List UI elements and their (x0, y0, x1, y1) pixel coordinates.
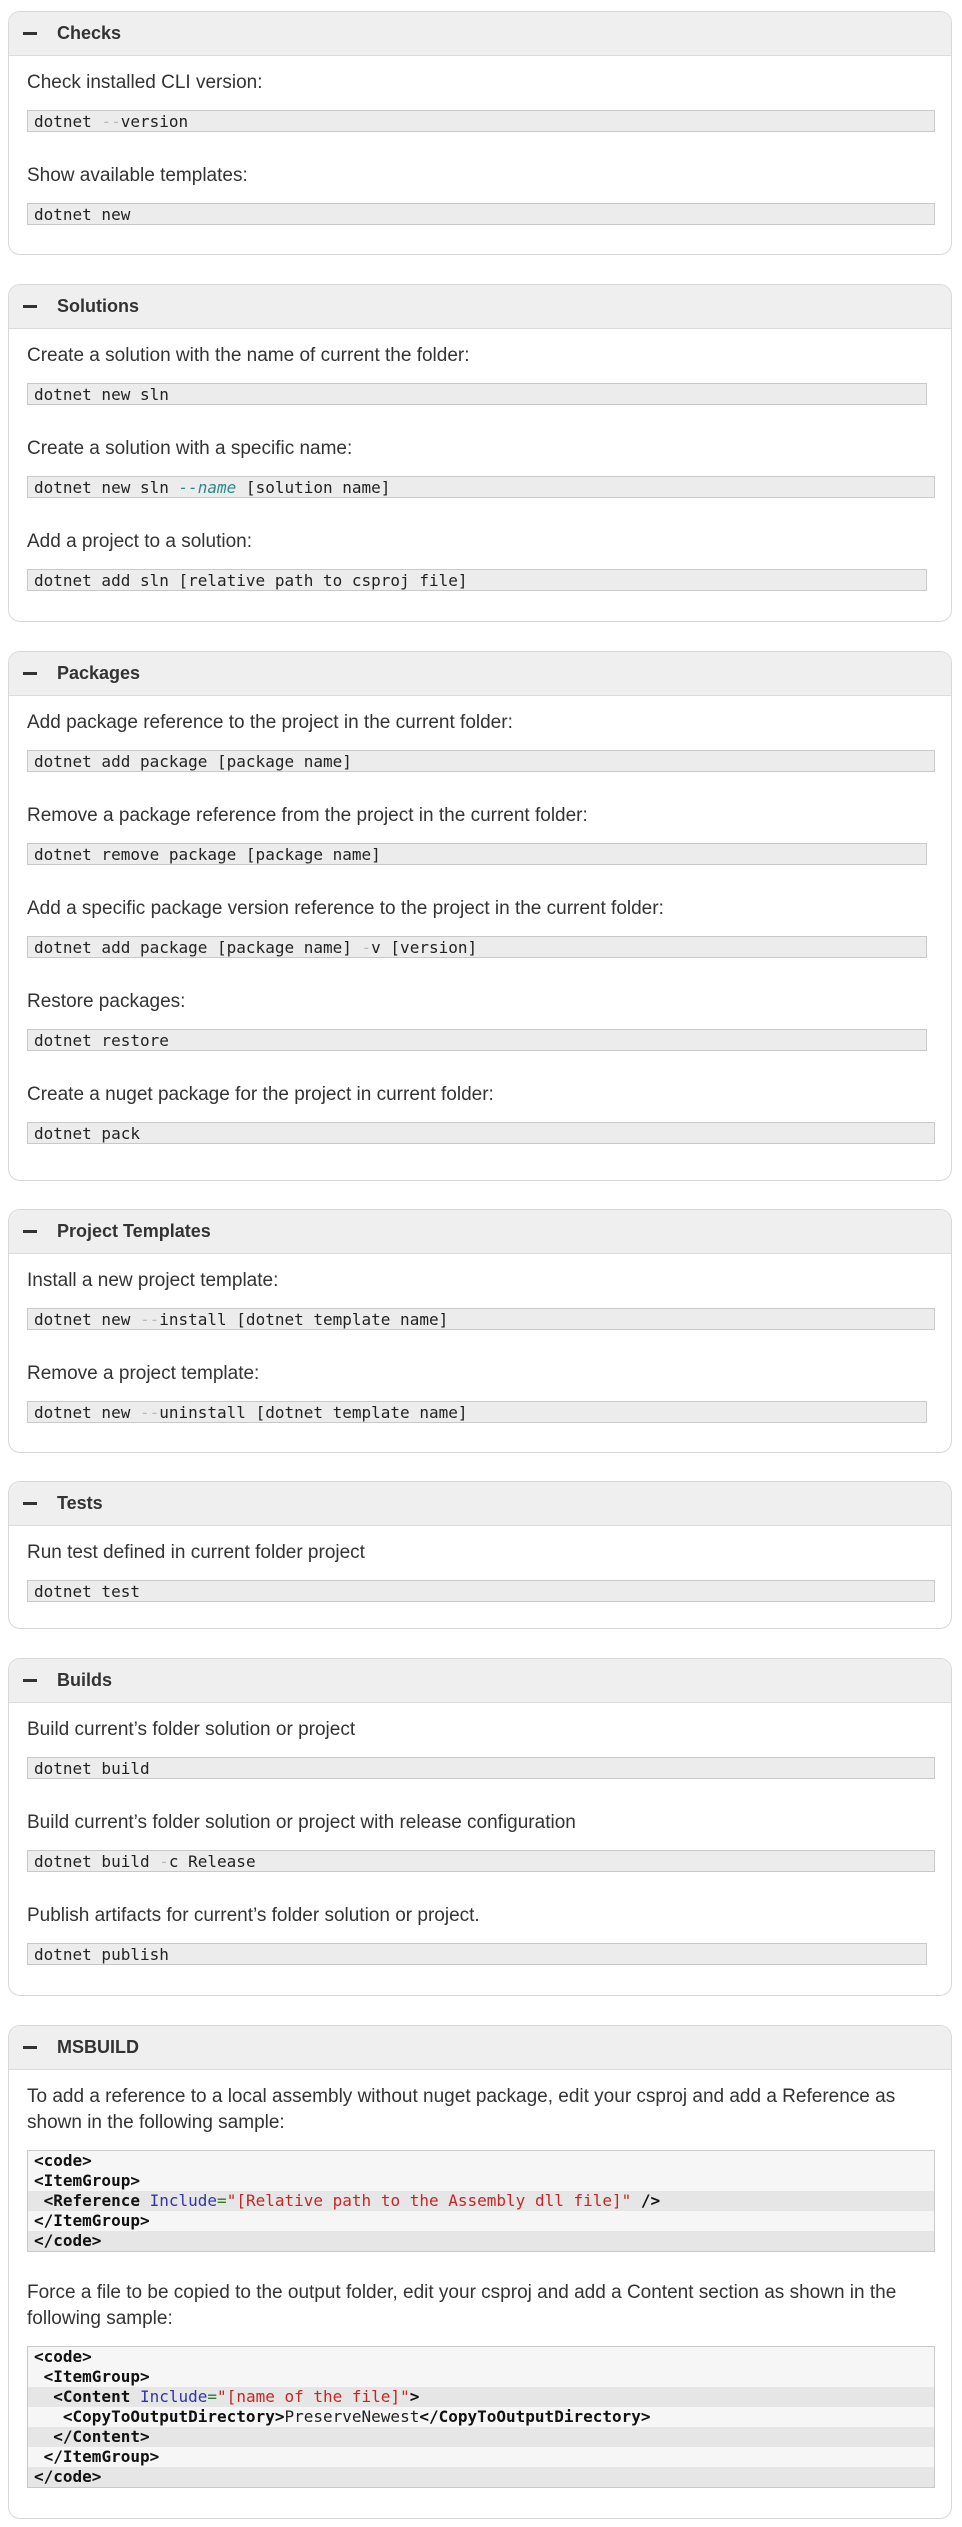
code-command: dotnet new --install [dotnet template na… (27, 1308, 935, 1330)
code-line: </code> (28, 2231, 934, 2251)
code-sample-content: <code> <ItemGroup> <Content Include="[na… (27, 2346, 935, 2488)
code-line: <Content Include="[name of the file]"> (28, 2387, 934, 2407)
description: To add a reference to a local assembly w… (27, 2086, 896, 2133)
section-builds: Builds Build current’s folder solution o… (8, 1658, 952, 1996)
section-title: Checks (57, 23, 122, 43)
section-header-packages[interactable]: Packages (9, 652, 951, 696)
description: Remove a project template: (27, 1363, 260, 1384)
code-sample-reference: <code> <ItemGroup> <Reference Include="[… (27, 2150, 935, 2252)
section-header-project-templates[interactable]: Project Templates (9, 1210, 951, 1254)
code-command: dotnet remove package [package name] (27, 843, 927, 865)
section-title: Tests (57, 1493, 103, 1513)
code-command: dotnet build -c Release (27, 1850, 935, 1872)
section-packages: Packages Add package reference to the pr… (8, 651, 952, 1181)
description: Create a solution with a specific name: (27, 438, 353, 459)
description: Force a file to be copied to the output … (27, 2282, 897, 2329)
description: Create a nuget package for the project i… (27, 1084, 494, 1105)
description: Run test defined in current folder proje… (27, 1542, 365, 1563)
description: Restore packages: (27, 991, 186, 1012)
description: Check installed CLI version: (27, 72, 263, 93)
section-tests: Tests Run test defined in current folder… (8, 1481, 952, 1629)
collapse-icon[interactable] (23, 32, 37, 35)
collapse-icon[interactable] (23, 305, 37, 308)
code-line: </code> (28, 2467, 934, 2487)
code-command: dotnet new sln --name [solution name] (27, 476, 935, 498)
code-command: dotnet add sln [relative path to csproj … (27, 569, 927, 591)
code-command: dotnet pack (27, 1122, 935, 1144)
section-checks: Checks Check installed CLI version: dotn… (8, 11, 952, 255)
collapse-icon[interactable] (23, 672, 37, 675)
section-title: Packages (57, 663, 141, 683)
description: Build current’s folder solution or proje… (27, 1719, 356, 1740)
description: Add a project to a solution: (27, 531, 252, 552)
code-line: <ItemGroup> (34, 2171, 140, 2190)
section-msbuild: MSBUILD To add a reference to a local as… (8, 2025, 952, 2519)
code-command: dotnet new --uninstall [dotnet template … (27, 1401, 927, 1423)
collapse-icon[interactable] (23, 2046, 37, 2049)
section-title: Builds (57, 1670, 113, 1690)
code-command: dotnet build (27, 1757, 935, 1779)
code-line: </Content> (28, 2427, 934, 2447)
description: Add package reference to the project in … (27, 712, 513, 733)
code-command: dotnet restore (27, 1029, 927, 1051)
code-line: <Reference Include="[Relative path to th… (28, 2191, 934, 2211)
code-command: dotnet publish (27, 1943, 927, 1965)
page: Checks Check installed CLI version: dotn… (0, 0, 962, 2527)
code-command: dotnet new (27, 203, 935, 225)
code-line: <code> (34, 2347, 92, 2366)
section-title: Solutions (57, 296, 139, 316)
code-line: </ItemGroup> (43, 2447, 160, 2466)
section-project-templates: Project Templates Install a new project … (8, 1209, 952, 1453)
section-header-tests[interactable]: Tests (9, 1482, 951, 1526)
code-line: <ItemGroup> (43, 2367, 150, 2386)
description: Create a solution with the name of curre… (27, 345, 470, 366)
code-line: <CopyToOutputDirectory>PreserveNewest</C… (62, 2407, 651, 2426)
collapse-icon[interactable] (23, 1679, 37, 1682)
description: Remove a package reference from the proj… (27, 805, 588, 826)
description: Show available templates: (27, 165, 248, 186)
code-line: </ItemGroup> (34, 2211, 150, 2230)
code-command: dotnet add package [package name] -v [ve… (27, 936, 927, 958)
description: Build current’s folder solution or proje… (27, 1812, 576, 1833)
description: Add a specific package version reference… (27, 898, 664, 919)
collapse-icon[interactable] (23, 1502, 37, 1505)
collapse-icon[interactable] (23, 1230, 37, 1233)
code-line: <code> (34, 2151, 92, 2170)
section-header-builds[interactable]: Builds (9, 1659, 951, 1703)
description: Install a new project template: (27, 1270, 279, 1291)
section-title: MSBUILD (57, 2037, 139, 2057)
section-solutions: Solutions Create a solution with the nam… (8, 284, 952, 622)
section-header-solutions[interactable]: Solutions (9, 285, 951, 329)
code-command: dotnet add package [package name] (27, 750, 935, 772)
section-title: Project Templates (57, 1221, 211, 1241)
section-header-msbuild[interactable]: MSBUILD (9, 2026, 951, 2070)
description: Publish artifacts for current’s folder s… (27, 1905, 480, 1926)
code-command: dotnet test (27, 1580, 935, 1602)
code-command: dotnet new sln (27, 383, 927, 405)
section-header-checks[interactable]: Checks (9, 12, 951, 56)
code-command: dotnet --version (27, 110, 935, 132)
